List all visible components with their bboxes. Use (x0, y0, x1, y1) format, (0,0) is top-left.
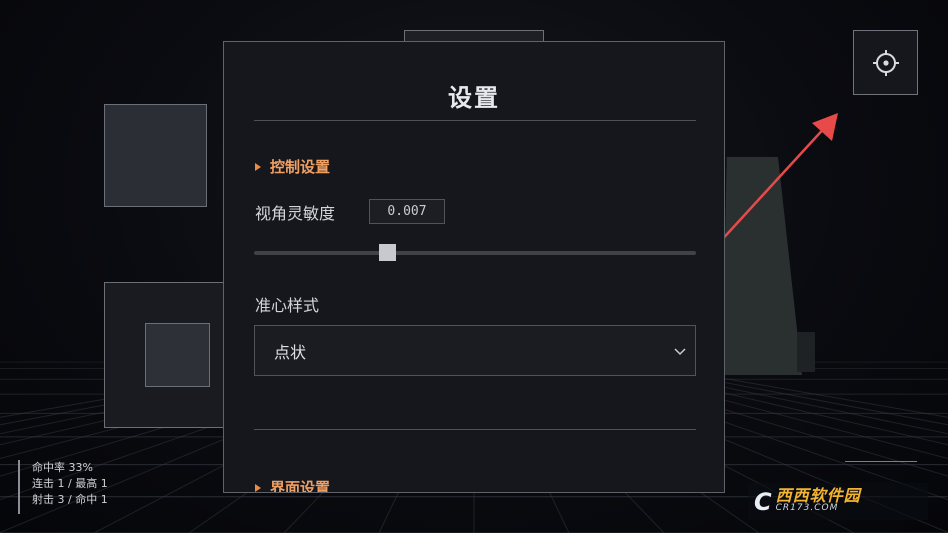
crosshair-style-label: 准心样式 (255, 296, 320, 315)
watermark-logo: C (754, 487, 772, 516)
sensitivity-slider[interactable] (254, 251, 696, 255)
watermark-url: CR173.COM (775, 502, 839, 513)
settings-panel: 设置 控制设置 视角灵敏度 0.007 准心样式 点状 界面设置 (223, 41, 725, 493)
watermark-brand: 西西软件园 (775, 485, 861, 505)
sensitivity-label: 视角灵敏度 (255, 204, 336, 223)
section-label: 控制设置 (270, 158, 331, 176)
select-value: 点状 (274, 342, 307, 362)
title-divider (254, 120, 696, 121)
expand-triangle-icon (255, 162, 261, 171)
watermark: C 西西软件园 CR173.COM (748, 483, 928, 520)
sensitivity-slider-thumb[interactable] (378, 244, 396, 261)
panel-title: 设置 (448, 84, 500, 112)
crosshair-gear-icon (872, 49, 899, 76)
expand-triangle-icon (255, 483, 261, 492)
settings-button[interactable] (853, 30, 918, 95)
sensitivity-value-field[interactable]: 0.007 (369, 199, 445, 224)
hud-stats: 命中率 33% 连击 1 / 最高 1 射击 3 / 命中 1 (18, 460, 108, 514)
section-control-settings[interactable]: 控制设置 (255, 156, 330, 177)
section-ui-settings[interactable]: 界面设置 (255, 477, 331, 493)
chevron-down-icon (674, 347, 686, 355)
hud-divider (845, 461, 917, 462)
hud-shots: 射击 3 / 命中 1 (32, 493, 108, 506)
section-divider (254, 429, 696, 430)
hud-accuracy: 命中率 33% (32, 461, 93, 474)
section-label: 界面设置 (270, 479, 331, 493)
watermark-text: 西西软件园 CR173.COM (775, 485, 861, 515)
hud-combo: 连击 1 / 最高 1 (32, 477, 108, 490)
crosshair-style-select[interactable]: 点状 (254, 325, 696, 376)
